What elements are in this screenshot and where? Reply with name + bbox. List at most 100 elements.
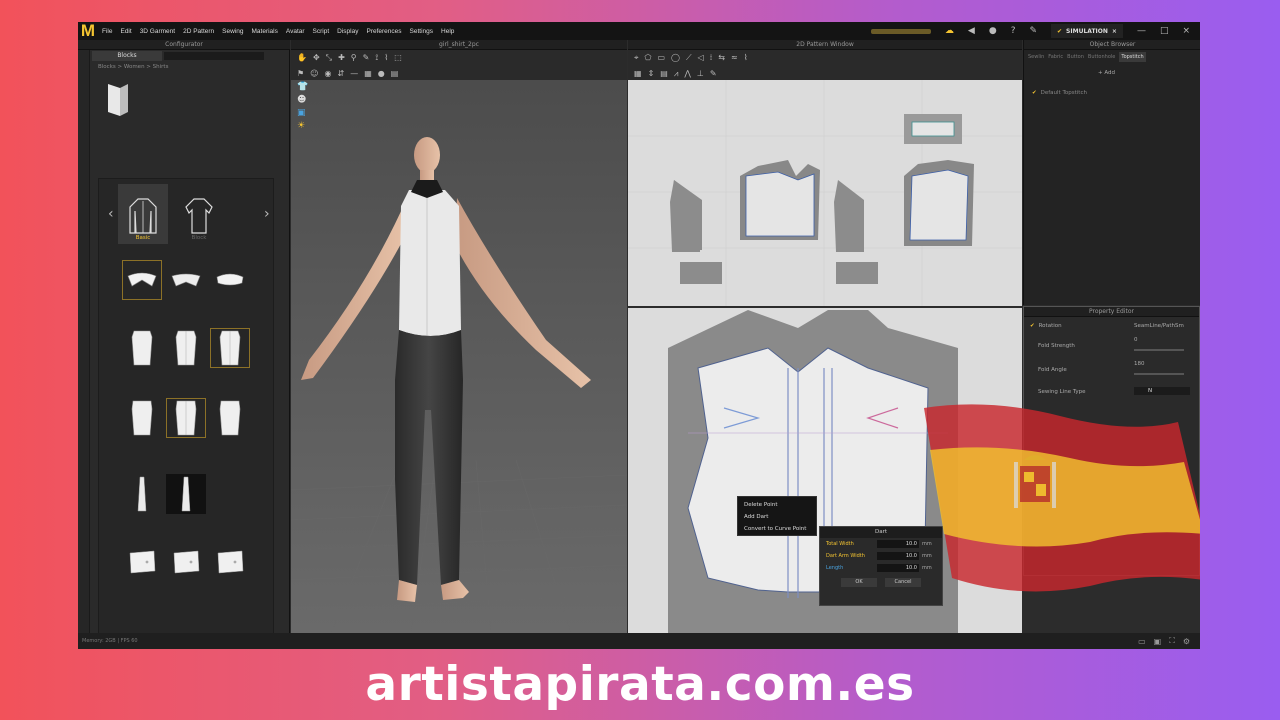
pattern-view-top[interactable]: [628, 80, 1022, 306]
select-tool-icon[interactable]: ✥: [313, 53, 320, 63]
zipper-tool-icon[interactable]: ⇵: [338, 69, 345, 79]
chevron-right-icon[interactable]: ›: [264, 206, 270, 222]
layout-icon[interactable]: ▭: [1138, 637, 1146, 646]
body-option-3[interactable]: [210, 328, 250, 368]
body-option-4[interactable]: [122, 398, 162, 438]
settings-icon[interactable]: ⚙: [1183, 637, 1190, 646]
menu-3d-garment[interactable]: 3D Garment: [136, 28, 179, 35]
body-option-6[interactable]: [210, 398, 250, 438]
menu-2d-pattern[interactable]: 2D Pattern: [179, 28, 218, 35]
line-tool-icon[interactable]: —: [350, 69, 358, 79]
button-tool-icon[interactable]: ◉: [325, 69, 332, 79]
collar-option-1[interactable]: [122, 260, 162, 300]
library-search-input[interactable]: [164, 52, 264, 60]
cuff-option-2[interactable]: [166, 542, 206, 582]
fold-angle-slider[interactable]: [1134, 373, 1184, 375]
tab-block[interactable]: Block: [174, 184, 224, 244]
quality-slider[interactable]: [870, 28, 931, 34]
sewing-icon[interactable]: ✎: [1029, 22, 1037, 40]
fullscreen-icon[interactable]: ⛶: [1169, 636, 1175, 646]
transform-tool-icon[interactable]: ⤡: [326, 53, 332, 63]
tab-button[interactable]: Button: [1067, 52, 1084, 62]
fold-angle-value[interactable]: 180: [1134, 361, 1145, 367]
fold-strength-value[interactable]: 0: [1134, 337, 1138, 343]
blocks-tab[interactable]: Blocks: [92, 51, 162, 61]
texture-tool-icon[interactable]: ▦: [364, 69, 372, 79]
dart-total-width-input[interactable]: 10.0: [877, 540, 919, 548]
fold-icon[interactable]: ⋀: [684, 69, 691, 79]
menu-script[interactable]: Script: [309, 28, 334, 35]
grain-icon[interactable]: ⇕: [648, 69, 655, 79]
cloud-icon[interactable]: ☁: [945, 22, 954, 40]
avatar-tool-icon[interactable]: ☺: [310, 69, 318, 79]
tab-basic[interactable]: Basic: [118, 184, 168, 244]
rectangle-icon[interactable]: ▭: [657, 53, 665, 63]
brush-tool-icon[interactable]: ✎: [363, 53, 370, 63]
menu-convert-curve-point[interactable]: Convert to Curve Point: [744, 523, 810, 535]
pin-tool-icon[interactable]: ✚: [338, 53, 345, 63]
annotation-icon[interactable]: ✎: [710, 69, 717, 79]
measure-tool-icon[interactable]: ⟟: [375, 53, 378, 63]
polygon-icon[interactable]: ⬠: [645, 53, 652, 63]
body-option-2[interactable]: [166, 328, 206, 368]
fold-tool-icon[interactable]: ⌇: [384, 53, 388, 63]
fold-strength-slider[interactable]: [1134, 349, 1184, 351]
move-tool-icon[interactable]: ✋: [297, 53, 307, 63]
menu-materials[interactable]: Materials: [248, 28, 282, 35]
cancel-button[interactable]: Cancel: [885, 578, 921, 587]
shirt-view-icon[interactable]: 👕: [297, 82, 308, 92]
speaker-icon[interactable]: ◀: [968, 22, 975, 40]
menu-preferences[interactable]: Preferences: [362, 28, 405, 35]
body-option-1[interactable]: [122, 328, 162, 368]
light-view-icon[interactable]: ☀: [297, 121, 308, 131]
texture-icon[interactable]: ▤: [660, 69, 668, 79]
arrange-tool-icon[interactable]: ⬚: [394, 53, 402, 63]
sewing-line-icon[interactable]: ⁞: [710, 53, 713, 63]
help-icon[interactable]: ?: [1011, 22, 1016, 40]
dart-icon[interactable]: ◁: [698, 53, 704, 63]
cuff-option-3[interactable]: [210, 542, 250, 582]
user-icon[interactable]: ●: [989, 22, 997, 40]
notch-icon[interactable]: ⊥: [697, 69, 704, 79]
folder-icon[interactable]: [104, 80, 132, 118]
tack-tool-icon[interactable]: ⚲: [351, 53, 357, 63]
collar-option-2[interactable]: [166, 260, 206, 300]
menu-add-dart[interactable]: Add Dart: [744, 511, 810, 523]
sphere-tool-icon[interactable]: ●: [378, 69, 385, 79]
internal-line-icon[interactable]: ⟋: [686, 53, 692, 63]
menu-settings[interactable]: Settings: [406, 28, 438, 35]
menu-avatar[interactable]: Avatar: [282, 28, 309, 35]
menu-delete-point[interactable]: Delete Point: [744, 499, 810, 511]
menu-file[interactable]: File: [98, 28, 116, 35]
fabric-view-icon[interactable]: ▣: [297, 108, 308, 118]
garment-tool-icon[interactable]: ⚑: [297, 69, 304, 79]
add-button[interactable]: + Add: [1098, 70, 1115, 76]
sewing-line-type-select[interactable]: N: [1134, 387, 1190, 395]
avatar-view-icon[interactable]: ☻: [297, 95, 308, 105]
placket-option-2[interactable]: [166, 474, 206, 514]
simulation-button[interactable]: ✔ SIMULATION ×: [1051, 24, 1123, 38]
tab-fabric[interactable]: Fabric: [1048, 52, 1063, 62]
tab-topstitch[interactable]: Topstitch: [1119, 52, 1146, 62]
screen-icon[interactable]: ▣: [1154, 637, 1162, 646]
tab-sewlin[interactable]: Sewlin: [1028, 52, 1044, 62]
menu-edit[interactable]: Edit: [116, 28, 135, 35]
object-list-item[interactable]: ✔ Default Topstitch: [1032, 90, 1087, 96]
placket-option-1[interactable]: [122, 474, 162, 514]
grid-tool-icon[interactable]: ▤: [391, 69, 399, 79]
window-close-icon[interactable]: ×: [1182, 22, 1190, 40]
ok-button[interactable]: OK: [841, 578, 877, 587]
minimize-icon[interactable]: —: [1137, 22, 1146, 40]
maximize-icon[interactable]: □: [1160, 22, 1169, 40]
free-sew-icon[interactable]: ≈: [731, 53, 738, 63]
circle-icon[interactable]: ◯: [671, 53, 680, 63]
edit-pattern-icon[interactable]: ⌖: [634, 53, 639, 63]
collar-option-3[interactable]: [210, 260, 250, 300]
viewport-3d[interactable]: 👕 ☻ ▣ ☀: [291, 80, 627, 633]
dart-arm-width-input[interactable]: 10.0: [877, 552, 919, 560]
tab-buttonhole[interactable]: Buttonhole: [1088, 52, 1115, 62]
cuff-option-1[interactable]: [122, 542, 162, 582]
trace-icon[interactable]: ⌇: [744, 53, 748, 63]
dart-length-input[interactable]: 10.0: [877, 564, 919, 572]
menu-help[interactable]: Help: [437, 28, 458, 35]
